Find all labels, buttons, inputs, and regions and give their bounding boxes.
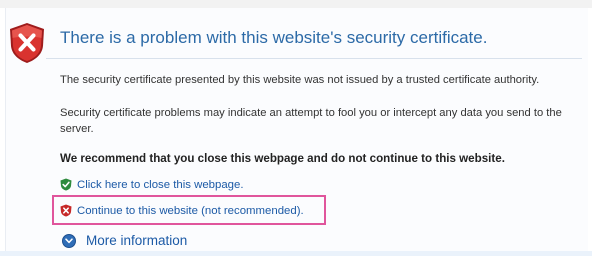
- expand-chevron-icon: [62, 233, 76, 248]
- top-strip: [0, 0, 592, 8]
- page-title: There is a problem with this website's s…: [60, 28, 488, 47]
- error-shield-icon: [10, 23, 44, 63]
- continue-website-link[interactable]: Continue to this website (not recommende…: [60, 204, 304, 217]
- continue-website-label: Continue to this website (not recommende…: [77, 204, 304, 217]
- more-information-label: More information: [86, 233, 188, 248]
- more-information-toggle[interactable]: More information: [62, 233, 187, 248]
- security-warning: Security certificate problems may indica…: [60, 107, 562, 135]
- red-shield-x-icon: [60, 204, 72, 217]
- close-webpage-link[interactable]: Click here to close this webpage.: [60, 178, 244, 191]
- bottom-strip: [0, 251, 592, 256]
- title-divider: [46, 58, 582, 59]
- recommendation-text: We recommend that you close this webpage…: [60, 152, 505, 165]
- close-webpage-label: Click here to close this webpage.: [77, 178, 244, 191]
- certificate-explanation: The security certificate presented by th…: [60, 74, 540, 86]
- chevron-down-icon: [65, 237, 73, 243]
- green-shield-check-icon: [60, 178, 72, 191]
